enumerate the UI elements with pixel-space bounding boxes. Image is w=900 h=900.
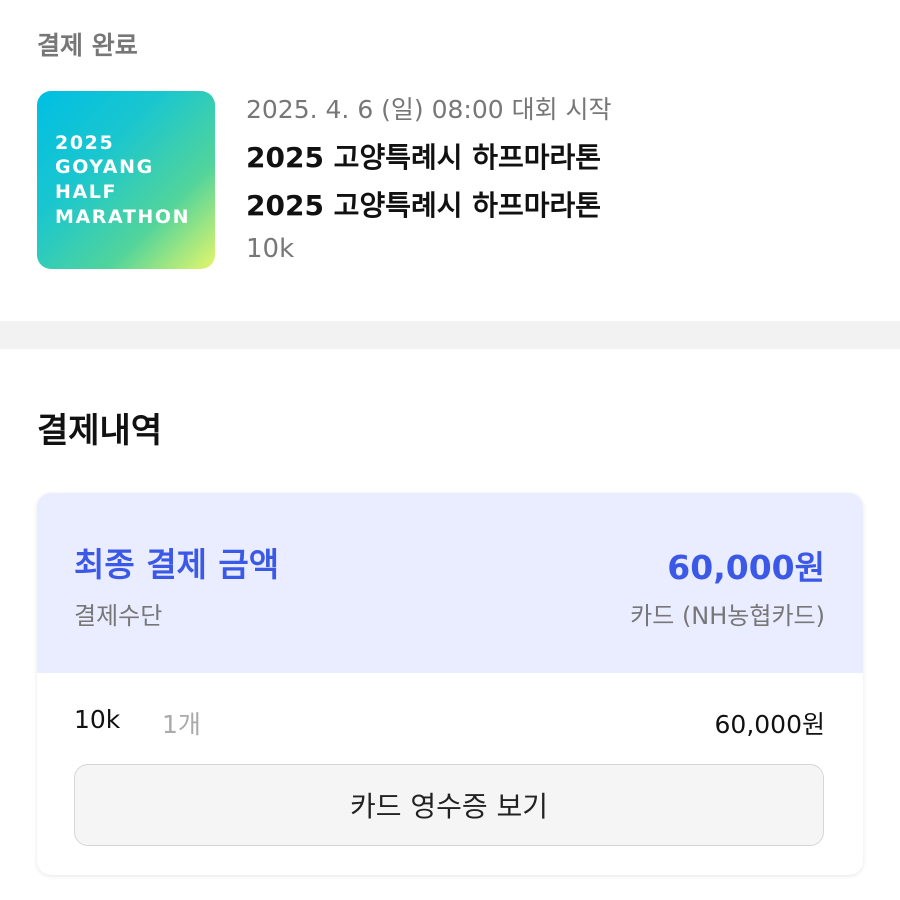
thumbnail-text: GOYANG — [55, 156, 154, 178]
line-item-quantity: 1개 — [162, 710, 201, 739]
event-course: 10k — [246, 234, 295, 264]
event-subtitle: 2025 고양특례시 하프마라톤 — [246, 189, 602, 222]
event-title: 2025 고양특례시 하프마라톤 — [246, 141, 602, 174]
thumbnail-text: MARATHON — [55, 206, 191, 228]
event-date: 2025. 4. 6 (일) 08:00 대회 시작 — [246, 95, 612, 124]
thumbnail-text: HALF — [55, 181, 118, 203]
final-amount-value: 60,000원 — [667, 548, 825, 587]
payment-card: 최종 결제 금액 60,000원 결제수단 카드 (NH농협카드) 10k 1개… — [37, 493, 863, 875]
view-card-receipt-button[interactable]: 카드 영수증 보기 — [74, 764, 824, 846]
event-thumbnail: 2025 GOYANG HALF MARATHON — [37, 91, 215, 269]
payment-summary: 최종 결제 금액 60,000원 결제수단 카드 (NH농협카드) — [37, 493, 863, 673]
payment-method-value: 카드 (NH농협카드) — [630, 602, 825, 630]
line-item-price: 60,000원 — [714, 710, 825, 739]
section-title-payment-history: 결제내역 — [37, 411, 163, 451]
section-divider — [0, 321, 900, 349]
payment-method-label: 결제수단 — [74, 602, 163, 630]
thumbnail-text: 2025 — [55, 132, 115, 154]
final-amount-label: 최종 결제 금액 — [74, 545, 280, 584]
payment-status-label: 결제 완료 — [37, 31, 138, 60]
line-item-name: 10k — [74, 705, 121, 734]
